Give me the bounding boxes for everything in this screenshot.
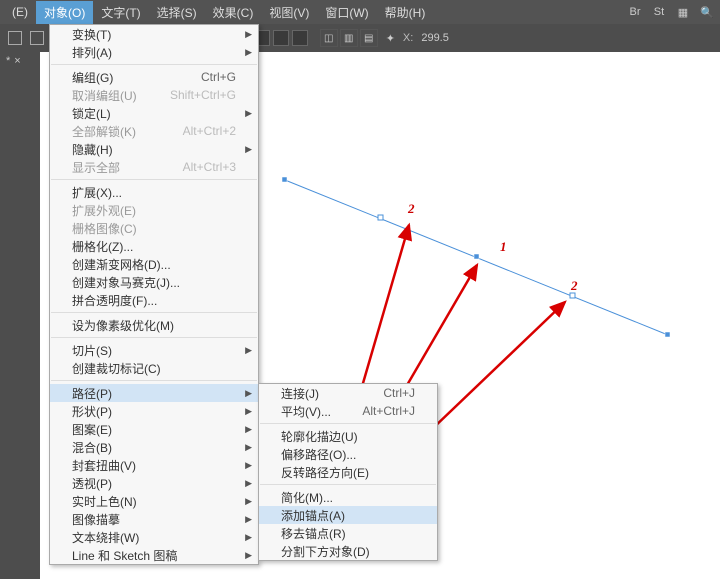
align-icon[interactable]: ◫ xyxy=(320,29,338,47)
menu-object[interactable]: 对象(O) xyxy=(36,1,93,24)
menu-arrange[interactable]: 排列(A)▶ xyxy=(50,43,258,61)
menu-ungroup[interactable]: 取消编组(U)Shift+Ctrl+G xyxy=(50,86,258,104)
menubar: (E) 对象(O) 文字(T) 选择(S) 效果(C) 视图(V) 窗口(W) … xyxy=(0,0,720,24)
style-swatches xyxy=(254,30,308,46)
menu-window[interactable]: 窗口(W) xyxy=(317,1,376,24)
stroke-swatch-icon[interactable] xyxy=(30,31,44,45)
close-tab-icon[interactable]: × xyxy=(14,55,20,67)
menu-crop-image[interactable]: 栅格图像(C) xyxy=(50,219,258,237)
menu-blend[interactable]: 混合(B)▶ xyxy=(50,438,258,456)
menu-show-all[interactable]: 显示全部Alt+Ctrl+3 xyxy=(50,158,258,176)
menu-image-trace[interactable]: 图像描摹▶ xyxy=(50,510,258,528)
menu-expand[interactable]: 扩展(X)... xyxy=(50,183,258,201)
menu-select[interactable]: 选择(S) xyxy=(149,1,205,24)
menu-shape[interactable]: 形状(P)▶ xyxy=(50,402,258,420)
path-submenu: 连接(J)Ctrl+J 平均(V)...Alt+Ctrl+J 轮廓化描边(U) … xyxy=(258,383,438,561)
menu-type[interactable]: 文字(T) xyxy=(93,1,148,24)
menubar-right-icons: Br St ▦ 🔍 xyxy=(626,3,716,21)
x-label: X: xyxy=(403,32,413,44)
submenu-join[interactable]: 连接(J)Ctrl+J xyxy=(259,384,437,402)
menu-path[interactable]: 路径(P)▶ xyxy=(50,384,258,402)
style-swatch[interactable] xyxy=(273,30,289,46)
align-icon[interactable]: ▥ xyxy=(340,29,358,47)
submenu-add-anchor-points[interactable]: 添加锚点(A) xyxy=(259,506,437,524)
object-menu: 变换(T)▶ 排列(A)▶ 编组(G)Ctrl+G 取消编组(U)Shift+C… xyxy=(49,24,259,565)
menu-text-wrap[interactable]: 文本绕排(W)▶ xyxy=(50,528,258,546)
menu-effect[interactable]: 效果(C) xyxy=(205,1,262,24)
menu-gradient-mesh[interactable]: 创建渐变网格(D)... xyxy=(50,255,258,273)
align-icon[interactable]: ▤ xyxy=(360,29,378,47)
submenu-average[interactable]: 平均(V)...Alt+Ctrl+J xyxy=(259,402,437,420)
style-swatch[interactable] xyxy=(292,30,308,46)
menu-unlock-all[interactable]: 全部解锁(K)Alt+Ctrl+2 xyxy=(50,122,258,140)
menu-view[interactable]: 视图(V) xyxy=(261,1,317,24)
x-value: 299.5 xyxy=(421,32,449,44)
menu-transform[interactable]: 变换(T)▶ xyxy=(50,25,258,43)
menu-expand-appearance[interactable]: 扩展外观(E) xyxy=(50,201,258,219)
menu-envelope-distort[interactable]: 封套扭曲(V)▶ xyxy=(50,456,258,474)
tab-suffix: * xyxy=(6,55,10,67)
menu-edit[interactable]: (E) xyxy=(4,2,36,22)
menu-line-sketch[interactable]: Line 和 Sketch 图稿▶ xyxy=(50,546,258,564)
arrange-docs-icon[interactable]: ▦ xyxy=(674,3,692,21)
bridge-icon[interactable]: Br xyxy=(626,3,644,21)
document-tab[interactable]: * × xyxy=(0,52,40,70)
left-gutter xyxy=(0,52,40,579)
submenu-simplify[interactable]: 简化(M)... xyxy=(259,488,437,506)
menu-help[interactable]: 帮助(H) xyxy=(377,1,434,24)
menu-object-mosaic[interactable]: 创建对象马赛克(J)... xyxy=(50,273,258,291)
menu-pixel-perfect[interactable]: 设为像素级优化(M) xyxy=(50,316,258,334)
menu-live-paint[interactable]: 实时上色(N)▶ xyxy=(50,492,258,510)
transform-icon[interactable]: ✦ xyxy=(386,32,395,45)
menu-flatten-transparency[interactable]: 拼合透明度(F)... xyxy=(50,291,258,309)
menu-perspective[interactable]: 透视(P)▶ xyxy=(50,474,258,492)
menu-lock[interactable]: 锁定(L)▶ xyxy=(50,104,258,122)
align-icons: ◫ ▥ ▤ xyxy=(320,29,378,47)
menu-pattern[interactable]: 图案(E)▶ xyxy=(50,420,258,438)
submenu-offset-path[interactable]: 偏移路径(O)... xyxy=(259,445,437,463)
search-icon[interactable]: 🔍 xyxy=(698,3,716,21)
menu-group[interactable]: 编组(G)Ctrl+G xyxy=(50,68,258,86)
stock-icon[interactable]: St xyxy=(650,3,668,21)
submenu-remove-anchor-points[interactable]: 移去锚点(R) xyxy=(259,524,437,542)
submenu-outline-stroke[interactable]: 轮廓化描边(U) xyxy=(259,427,437,445)
submenu-reverse-path[interactable]: 反转路径方向(E) xyxy=(259,463,437,481)
submenu-divide-below[interactable]: 分割下方对象(D) xyxy=(259,542,437,560)
menu-slice[interactable]: 切片(S)▶ xyxy=(50,341,258,359)
menu-rasterize[interactable]: 栅格化(Z)... xyxy=(50,237,258,255)
menu-hide[interactable]: 隐藏(H)▶ xyxy=(50,140,258,158)
menu-trim-marks[interactable]: 创建裁切标记(C) xyxy=(50,359,258,377)
fill-swatch-icon[interactable] xyxy=(8,31,22,45)
